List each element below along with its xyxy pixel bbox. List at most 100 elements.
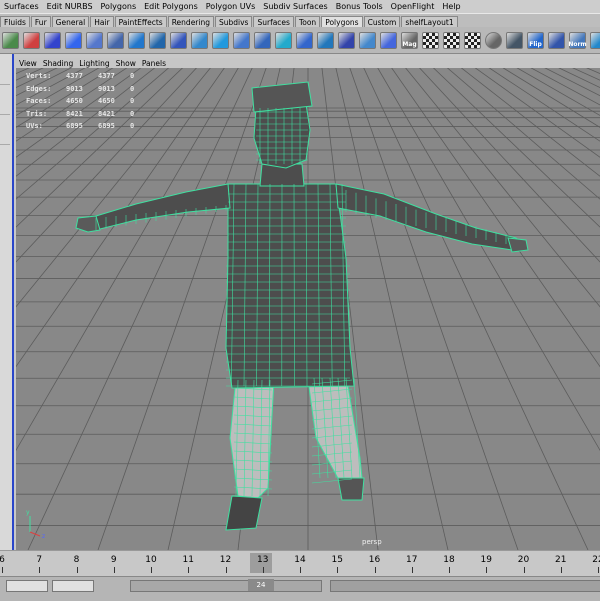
tool-icon[interactable] [380,32,397,49]
hud-row: Edges:901390130 [26,83,162,96]
perspective-viewport[interactable]: y z Verts:437743770Edges:901390130Faces:… [16,68,600,550]
tool-icon[interactable] [275,32,292,49]
frame-number: 15 [332,555,343,565]
frame-tick [337,567,338,573]
panel-menu-show[interactable]: Show [113,59,139,68]
tool-label: Flip [529,41,542,48]
left-tool-panel [0,54,14,550]
tool-icon[interactable] [233,32,250,49]
hud-value: 4377 [66,72,98,80]
poly-count-hud: Verts:437743770Edges:901390130Faces:4650… [26,70,162,133]
frame-number: 18 [443,555,454,565]
tool-icon[interactable] [296,32,313,49]
left-shoe [226,496,262,530]
hud-value: 0 [130,72,162,80]
menu-item-subdiv-surfaces[interactable]: Subdiv Surfaces [259,2,331,11]
svg-text:y: y [26,509,30,516]
tool-icon[interactable] [44,32,61,49]
frame-tick [300,567,301,573]
frame-number: 8 [74,555,80,565]
range-bar[interactable] [130,580,322,592]
shelf-tabs: FluidsFurGeneralHairPaintEffectsRenderin… [0,13,600,28]
checker-icon[interactable] [422,32,439,49]
tool-icon[interactable] [2,32,19,49]
frame-number: 19 [481,555,492,565]
panel-menu-bar: ViewShadingLightingShowPanels [16,58,600,68]
frame-tick [449,567,450,573]
tool-icon[interactable] [590,32,600,49]
hud-value: 0 [130,122,162,130]
range-thumb[interactable]: 24 [248,579,274,591]
frame-number: 16 [369,555,380,565]
frame-tick [598,567,599,573]
tool-icon[interactable] [170,32,187,49]
tool-label: Mag [402,41,416,48]
tool-icon[interactable]: Mag [401,32,418,49]
menu-item-edit-nurbs[interactable]: Edit NURBS [43,2,97,11]
hud-label: Verts: [26,72,66,80]
tool-icon[interactable] [506,32,523,49]
tool-icon[interactable]: Norm [569,32,586,49]
menu-item-openflight[interactable]: OpenFlight [387,2,439,11]
hud-label: Tris: [26,110,66,118]
tool-icon[interactable] [338,32,355,49]
hud-value: 0 [130,97,162,105]
checker-icon[interactable] [443,32,460,49]
time-slider[interactable]: 678910111213141516171819202122 [0,550,600,577]
tool-icon[interactable] [254,32,271,49]
hud-label: Faces: [26,97,66,105]
panel-menu-shading[interactable]: Shading [40,59,76,68]
tool-icon[interactable] [107,32,124,49]
frame-tick [263,567,264,573]
frame-tick [114,567,115,573]
menu-item-help[interactable]: Help [438,2,464,11]
hud-row: Tris:842184210 [26,108,162,121]
start-time-field[interactable] [6,580,48,592]
frame-tick [188,567,189,573]
frame-number: 7 [36,555,42,565]
panel-menu-view[interactable]: View [16,59,40,68]
menu-item-polygon-uvs[interactable]: Polygon UVs [202,2,259,11]
frame-tick [486,567,487,573]
checker-icon[interactable] [464,32,481,49]
gear-icon[interactable] [485,32,502,49]
tool-icon[interactable] [359,32,376,49]
hud-value: 0 [130,85,162,93]
frame-tick [151,567,152,573]
frame-tick [375,567,376,573]
menu-item-polygons[interactable]: Polygons [97,2,141,11]
right-shoe [338,478,364,500]
frame-number: 17 [406,555,417,565]
frame-number: 10 [145,555,156,565]
frame-number: 9 [111,555,117,565]
panel-menu-panels[interactable]: Panels [139,59,169,68]
tool-icon[interactable] [191,32,208,49]
tool-icon[interactable] [212,32,229,49]
hud-value: 6895 [98,122,130,130]
hud-value: 9013 [66,85,98,93]
range-slider[interactable]: 24 [0,576,600,601]
tool-icon[interactable] [86,32,103,49]
menu-item-edit-polygons[interactable]: Edit Polygons [140,2,202,11]
frame-number: 20 [518,555,529,565]
tool-icon[interactable] [548,32,565,49]
tool-icon[interactable] [23,32,40,49]
tool-icon[interactable] [317,32,334,49]
menu-item-bonus-tools[interactable]: Bonus Tools [332,2,387,11]
tool-icon[interactable] [65,32,82,49]
tool-icon[interactable] [149,32,166,49]
tool-label: Norm [568,41,586,48]
tool-icon[interactable] [128,32,145,49]
right-hand [508,238,528,252]
frame-number: 21 [555,555,566,565]
left-hand [76,216,100,232]
tool-icon[interactable]: Flip [527,32,544,49]
playback-start-field[interactable] [52,580,94,592]
menu-item-surfaces[interactable]: Surfaces [0,2,43,11]
frame-number: 13 [257,555,268,565]
frame-number: 12 [220,555,231,565]
hud-value: 4650 [98,97,130,105]
hud-value: 4650 [66,97,98,105]
playback-controls[interactable] [330,580,600,592]
panel-menu-lighting[interactable]: Lighting [76,59,112,68]
